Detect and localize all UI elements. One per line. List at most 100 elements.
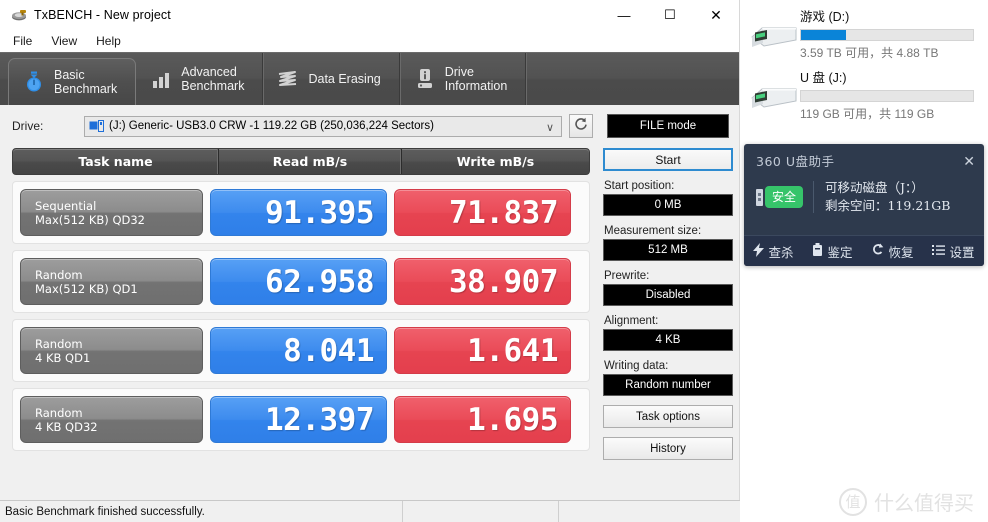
undo-arrow-icon [871,243,884,259]
refresh-button[interactable] [569,114,593,138]
hard-drive-icon [746,13,800,55]
maximize-button[interactable]: ☐ [647,0,693,30]
file-mode-button[interactable]: FILE mode [607,114,729,138]
tab-advanced-benchmark[interactable]: Advanced Benchmark [136,53,264,105]
drive-info: U 盘 (J:) 119 GB 可用，共 119 GB [800,67,978,122]
task-name-line2: 4 KB QD32 [35,419,98,434]
explorer-drive-d[interactable]: 游戏 (D:) 3.59 TB 可用，共 4.88 TB [740,0,988,61]
read-value-cell: 91.395 [210,189,387,236]
usb-stick-icon [756,188,763,206]
table-row[interactable]: Random 4 KB QD32 12.397 1.695 [12,388,590,451]
close-icon[interactable]: ✕ [963,154,975,168]
action-recover-label: 恢复 [888,244,914,260]
task-cell: Random 4 KB QD1 [20,327,203,374]
alignment-label: Alignment: [604,315,659,327]
read-value: 8.041 [283,332,374,369]
chevron-down-icon: ∨ [545,121,554,134]
action-settings[interactable]: 设置 [932,242,975,261]
start-button[interactable]: Start [603,148,733,171]
watermark: 值 什么值得买 [839,487,974,516]
drive-info: 游戏 (D:) 3.59 TB 可用，共 4.88 TB [800,6,978,61]
action-identify[interactable]: 鉴定 [812,242,853,261]
drive-name: U 盘 (J:) [800,71,847,85]
tab-drive-information[interactable]: Drive Information [400,53,527,105]
header-task-name: Task name [78,154,153,169]
bar-chart-icon [150,67,172,91]
drive-select-value: (J:) Generic- USB3.0 CRW -1 119.22 GB (2… [109,120,434,132]
watermark-text: 什么值得买 [874,491,974,515]
popup-title: 360 U盘助手 [756,154,835,169]
menu-view[interactable]: View [47,33,86,50]
capacity-bar [800,29,974,41]
minimize-button[interactable]: — [601,0,647,30]
list-settings-icon [932,244,946,259]
action-recover[interactable]: 恢复 [871,242,914,261]
task-name-line1: Random [35,405,83,420]
popup-disk-line: 可移动磁盘（J：） [825,180,924,195]
writing-data-label: Writing data: [604,360,669,372]
action-scan[interactable]: 查杀 [753,242,794,261]
drive-capacity-text: 119 GB 可用，共 119 GB [800,107,935,121]
popup-body: 安全 可移动磁盘（J：） 剩余空间：119.21GB [744,170,984,215]
table-row[interactable]: Random 4 KB QD1 8.041 1.641 [12,319,590,382]
read-value: 62.958 [265,263,374,300]
txbench-window: TxBENCH - New project — ☐ ✕ File View He… [0,0,740,522]
task-name-line2: Max(512 KB) QD1 [35,281,138,296]
txbench-app-icon [8,8,30,22]
watermark-logo: 值 [839,487,867,516]
menu-help[interactable]: Help [92,33,130,50]
prewrite-value[interactable]: Disabled [603,284,733,306]
title-bar: TxBENCH - New project — ☐ ✕ [0,0,739,30]
read-value: 91.395 [265,194,374,231]
task-name-line2: 4 KB QD1 [35,350,91,365]
popup-header: 360 U盘助手 ✕ [744,144,984,170]
tab-advanced-benchmark-label: Advanced Benchmark [181,65,245,93]
popup-action-bar: 查杀 鉴定 恢复 设置 [744,235,984,266]
tab-drive-information-label: Drive Information [444,65,508,93]
start-position-value[interactable]: 0 MB [603,194,733,216]
writing-data-value[interactable]: Random number [603,374,733,396]
tab-basic-benchmark[interactable]: Basic Benchmark [8,58,137,105]
task-cell: Random 4 KB QD32 [20,396,203,443]
status-bar: Basic Benchmark finished successfully. [0,500,740,522]
status-segment-3 [559,501,740,522]
write-value: 38.907 [449,263,558,300]
window-controls: — ☐ ✕ [601,0,739,30]
alignment-value[interactable]: 4 KB [603,329,733,351]
menu-file[interactable]: File [9,33,41,50]
task-options-button[interactable]: Task options [603,405,733,428]
read-value-cell: 8.041 [210,327,387,374]
table-row[interactable]: Random Max(512 KB) QD1 62.958 38.907 [12,250,590,313]
usb-stick-icon [812,243,823,259]
drive-selector-row: Drive: (J:) Generic- USB3.0 CRW -1 119.2… [0,105,739,138]
task-cell: Random Max(512 KB) QD1 [20,258,203,305]
read-value-cell: 12.397 [210,396,387,443]
task-name-line2: Max(512 KB) QD32 [35,212,145,227]
explorer-drive-j[interactable]: U 盘 (J:) 119 GB 可用，共 119 GB [740,61,988,122]
table-row[interactable]: Sequential Max(512 KB) QD32 91.395 71.83… [12,181,590,244]
popup-360-usb-assistant: 360 U盘助手 ✕ 安全 可移动磁盘（J：） 剩余空间：119.21GB 查杀 [744,144,984,266]
txbench-body: Drive: (J:) Generic- USB3.0 CRW -1 119.2… [0,105,739,522]
popup-space-line: 剩余空间：119.21GB [825,198,951,213]
capacity-bar-fill [801,30,846,40]
drive-label: Drive: [12,119,44,133]
lightning-icon [753,242,765,260]
prewrite-label: Prewrite: [604,270,650,282]
results-table: Task name Read mB/s Write mB/s Sequentia… [12,148,590,460]
divider [813,181,815,213]
screen-root: TxBENCH - New project — ☐ ✕ File View He… [0,0,988,522]
action-identify-label: 鉴定 [827,244,853,260]
measurement-size-value[interactable]: 512 MB [603,239,733,261]
task-name-line1: Random [35,336,83,351]
write-value-cell: 71.837 [394,189,571,236]
task-cell: Sequential Max(512 KB) QD32 [20,189,203,236]
tab-data-erasing[interactable]: Data Erasing [263,53,400,105]
measurement-size-label: Measurement size: [604,225,702,237]
history-button[interactable]: History [603,437,733,460]
safe-status-chip: 安全 [756,186,804,208]
drive-select[interactable]: (J:) Generic- USB3.0 CRW -1 119.22 GB (2… [84,115,562,137]
removable-drive-icon [89,120,104,132]
task-name-line1: Random [35,267,83,282]
side-controls: Start Start position: 0 MB Measurement s… [603,148,733,460]
close-button[interactable]: ✕ [693,0,739,30]
